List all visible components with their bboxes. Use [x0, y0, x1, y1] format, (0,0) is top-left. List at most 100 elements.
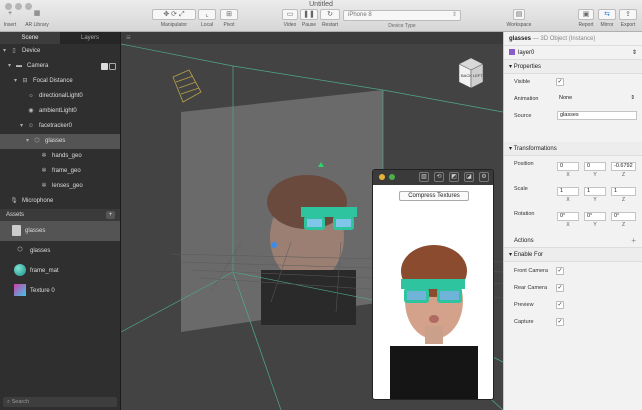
frame-icon[interactable]: ▧	[419, 172, 429, 182]
scale-x-label: X	[566, 197, 570, 203]
asset-item-glasses-object[interactable]: ⬡ glasses	[0, 241, 120, 261]
restart-icon: ↻	[320, 9, 340, 20]
tree-item-focal-distance[interactable]: ▾ ⊟ Focal Distance	[0, 74, 120, 89]
rotation-y-field[interactable]: 0°	[584, 212, 606, 221]
tree-item-glasses[interactable]: ▾ ⬡ glasses	[0, 134, 120, 149]
manipulator-control[interactable]: ✥ ⟳ ⤢ Manipulator	[152, 9, 196, 28]
camera-back-icon[interactable]	[109, 63, 116, 70]
transformations-section-header[interactable]: ▾ Transformations	[504, 142, 642, 156]
chevron-down-icon: ▾	[20, 123, 24, 129]
scale-y-label: Y	[593, 197, 597, 203]
pivot-icon: ⊞	[220, 9, 238, 20]
tree-item-camera[interactable]: ▾ ▬ Camera	[0, 59, 120, 74]
enable-for-section-header[interactable]: ▾ Enable For	[504, 248, 642, 262]
settings-icon[interactable]: ⚙	[479, 172, 489, 182]
layer-select[interactable]: layer0 ⇕	[504, 46, 642, 60]
local-icon: ⌞	[198, 9, 216, 20]
position-x-field[interactable]: 0	[557, 162, 579, 171]
shirt-image	[261, 270, 356, 325]
source-field[interactable]: glasses	[557, 111, 637, 120]
preview-toolbar: ▧ ⟲ ◩ ◪ ⚙	[373, 170, 493, 185]
view-cube[interactable]: BACK LEFT	[458, 57, 484, 89]
chevron-updown-icon: ⇕	[631, 50, 637, 56]
add-action-button[interactable]: +	[631, 234, 636, 248]
local-button[interactable]: ⌞ Local	[198, 9, 216, 28]
tree-item-facetracker[interactable]: ▾ ☺ facetracker0	[0, 119, 120, 134]
asset-item-texture[interactable]: Texture 0	[0, 281, 120, 301]
scene-tabs: Scene Layers	[0, 32, 120, 44]
compress-textures-button[interactable]: Compress Textures	[399, 191, 469, 201]
tree-item-hands-geo[interactable]: ✲ hands_geo	[0, 149, 120, 164]
tree-item-microphone[interactable]: 🎙︎ Microphone	[0, 194, 120, 209]
tree-item-frame-geo[interactable]: ✲ frame_geo	[0, 164, 120, 179]
position-z-field[interactable]: -0.6792	[611, 162, 636, 171]
texture-size-icon[interactable]: ◩	[449, 172, 459, 182]
rear-camera-checkbox[interactable]: ✓	[556, 284, 564, 292]
rotate-icon[interactable]: ⟲	[434, 172, 444, 182]
actions-section-header[interactable]: Actions +	[504, 234, 642, 248]
asset-item-glasses-folder[interactable]: glasses	[0, 221, 120, 241]
video-button[interactable]: ▭ Video	[282, 9, 298, 28]
properties-section-header[interactable]: ▾ Properties	[504, 60, 642, 74]
preview-checkbox[interactable]: ✓	[556, 301, 564, 309]
rotation-y-label: Y	[593, 222, 597, 228]
report-button[interactable]: ▣ Report	[578, 9, 594, 28]
rotation-z-field[interactable]: 0°	[611, 212, 636, 221]
window-title: Untitled	[309, 1, 333, 8]
scale-y-field[interactable]: 1	[584, 187, 606, 196]
animation-label: Animation	[514, 96, 539, 102]
light-icon: ☼	[28, 93, 34, 99]
mirror-icon: ⇆	[598, 9, 616, 20]
rotation-x-field[interactable]: 0°	[557, 212, 579, 221]
video-icon: ▭	[282, 9, 298, 20]
microphone-icon: 🎙︎	[10, 198, 18, 204]
search-input[interactable]: ⌕ Search	[3, 397, 117, 407]
tree-item-device[interactable]: ▾ ▯ Device	[0, 44, 120, 59]
chevron-down-icon: ▾	[26, 138, 30, 144]
tab-layers[interactable]: Layers	[60, 32, 120, 44]
device-type-select[interactable]: iPhone 8 ⇕	[343, 10, 461, 21]
add-asset-button[interactable]: +	[106, 211, 115, 219]
preview-minimize-button[interactable]	[379, 174, 385, 180]
pause-button[interactable]: ❚❚ Pause	[300, 9, 318, 28]
tree-item-directional-light[interactable]: ☼ directionalLight0	[0, 89, 120, 104]
camera-front-icon[interactable]	[101, 63, 108, 70]
folder-icon	[12, 224, 21, 236]
chevron-updown-icon: ⇕	[630, 95, 635, 101]
export-button[interactable]: ⇪ Export	[619, 9, 637, 28]
workspace-button[interactable]: ▤ Workspace	[505, 9, 533, 28]
scale-z-field[interactable]: 1	[611, 187, 636, 196]
rotation-label: Rotation	[514, 211, 535, 217]
light-icon: ◉	[28, 108, 34, 114]
tree-item-ambient-light[interactable]: ◉ ambientLight0	[0, 104, 120, 119]
front-camera-checkbox[interactable]: ✓	[556, 267, 564, 275]
z-axis-gizmo[interactable]	[271, 242, 277, 248]
workspace-icon: ▤	[513, 9, 525, 20]
position-y-field[interactable]: 0	[584, 162, 606, 171]
gear-icon: ✲	[41, 153, 47, 159]
visible-label: Visible	[514, 79, 531, 85]
asset-item-frame-mat[interactable]: frame_mat	[0, 261, 120, 281]
chevron-updown-icon: ⇕	[451, 12, 457, 18]
restart-button[interactable]: ↻ Restart	[320, 9, 340, 28]
tree-item-lenses-geo[interactable]: ✲ lenses_geo	[0, 179, 120, 194]
layer-icon[interactable]: ◪	[464, 172, 474, 182]
insert-button[interactable]: + Insert	[3, 9, 17, 28]
object-icon: ⬡	[17, 247, 23, 254]
pivot-button[interactable]: ⊞ Pivot	[220, 9, 238, 28]
svg-text:LEFT: LEFT	[473, 73, 483, 78]
scale-x-field[interactable]: 1	[557, 187, 579, 196]
capture-checkbox[interactable]: ✓	[556, 318, 564, 326]
tab-scene[interactable]: Scene	[0, 32, 60, 44]
ar-library-button[interactable]: ▦ AR Library	[22, 9, 52, 28]
preview-label: Preview	[514, 302, 534, 308]
gear-icon: ✲	[41, 168, 47, 174]
visible-checkbox[interactable]: ✓	[556, 78, 564, 86]
camera-icon: ▬	[16, 63, 22, 69]
animation-select[interactable]: None ⇕	[557, 95, 637, 104]
object-icon: ⬡	[34, 138, 40, 144]
preview-zoom-button[interactable]	[389, 174, 395, 180]
library-icon: ▦	[33, 10, 41, 17]
mirror-button[interactable]: ⇆ Mirror	[598, 9, 616, 28]
texture-icon	[14, 284, 26, 297]
